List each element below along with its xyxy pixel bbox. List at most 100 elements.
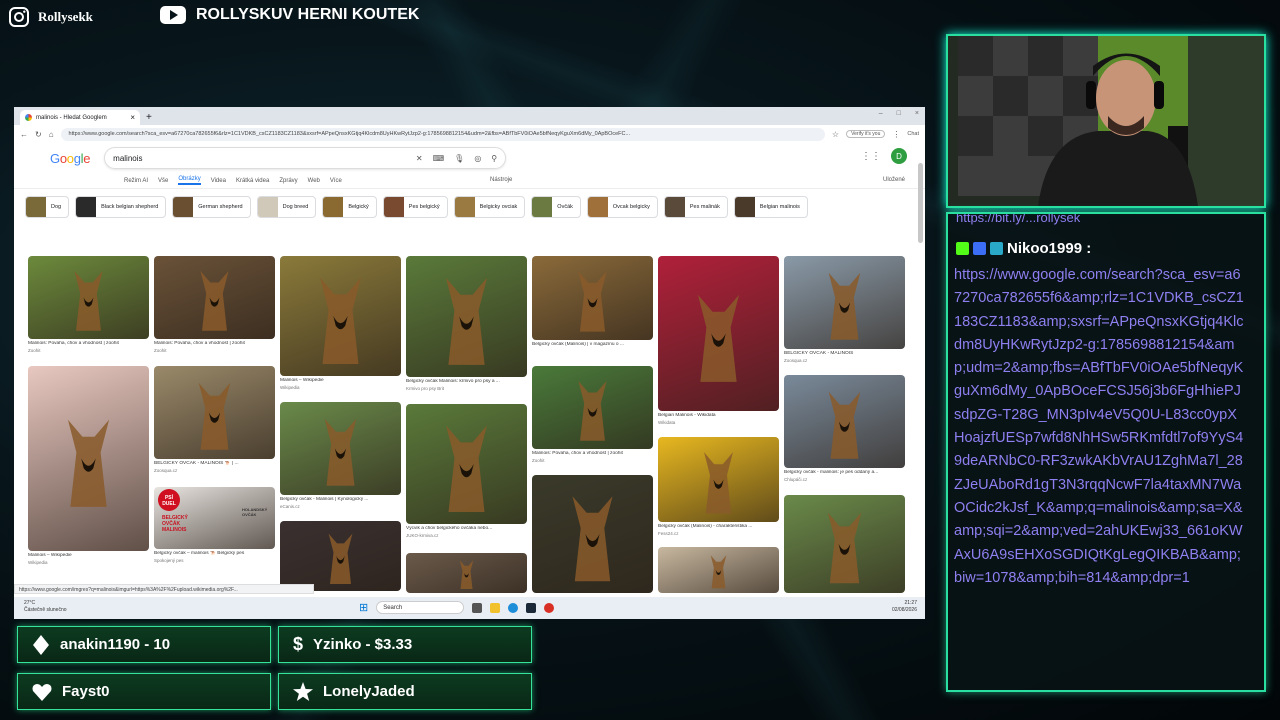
close-window-icon[interactable]: × — [915, 110, 919, 117]
result-caption[interactable]: Belgian Malinois - Wikidata — [658, 413, 779, 418]
google-logo[interactable]: Google — [50, 151, 90, 166]
maximize-icon[interactable]: □ — [897, 110, 901, 117]
image-result[interactable] — [532, 475, 653, 593]
address-bar[interactable]: https://www.google.com/search?sca_esv=a6… — [60, 127, 825, 141]
result-source[interactable]: Wikipedia — [280, 385, 401, 390]
home-icon[interactable]: ⌂ — [49, 130, 54, 139]
back-icon[interactable]: ← — [20, 130, 28, 139]
image-result[interactable] — [154, 256, 275, 339]
chat-button[interactable]: Chat — [907, 131, 919, 137]
result-caption[interactable]: Malinois: Povaha, chov a vhodnost | zooh… — [28, 341, 149, 346]
result-source[interactable]: JUKO-krmiva.cz — [406, 533, 527, 538]
related-chip[interactable]: Pes belgický — [382, 196, 448, 218]
related-chip[interactable]: Dog — [25, 196, 70, 218]
search-box[interactable]: malinois ✕ ⌨ 🎙 ◎ ⚲ — [104, 147, 507, 169]
image-result[interactable] — [406, 256, 527, 377]
related-chip[interactable]: Pes malinák — [663, 196, 728, 218]
saved-button[interactable]: Uložené — [883, 177, 905, 183]
image-result[interactable] — [280, 402, 401, 495]
image-result[interactable] — [658, 256, 779, 411]
system-tray[interactable]: 21:27 02/08/2026 — [892, 600, 917, 614]
new-tab-icon[interactable]: + — [146, 110, 152, 125]
image-result[interactable] — [28, 366, 149, 551]
image-result[interactable] — [280, 256, 401, 376]
related-chip[interactable]: German shepherd — [172, 196, 251, 218]
result-source[interactable]: Zoohit — [532, 458, 653, 463]
result-source[interactable]: Chlupáči.cz — [784, 477, 905, 482]
clear-icon[interactable]: ✕ — [416, 154, 423, 163]
task-view-icon[interactable] — [472, 602, 483, 613]
image-result[interactable] — [784, 256, 905, 349]
filter-tab[interactable]: Zprávy — [279, 178, 297, 184]
result-caption[interactable]: Malinois: Povaha, chov a vhodnost | zooh… — [532, 451, 653, 456]
windows-start-icon[interactable]: ⊞ — [359, 601, 368, 614]
filter-tab[interactable]: Krátká videa — [236, 178, 269, 184]
search-input[interactable]: malinois — [113, 154, 406, 163]
browser-tab[interactable]: malinois - Hledat Googlem × — [20, 110, 140, 125]
edge-icon[interactable] — [508, 602, 519, 613]
related-chip[interactable]: Dog breed — [256, 196, 317, 218]
reload-icon[interactable]: ↻ — [35, 130, 42, 139]
taskbar-search[interactable]: Search — [376, 601, 465, 614]
image-result[interactable] — [532, 256, 653, 340]
result-caption[interactable]: Výcvik a chov belgického ovčáka nebo... — [406, 526, 527, 531]
keyboard-icon[interactable]: ⌨ — [433, 154, 445, 163]
result-source[interactable]: Zoosqua.cz — [154, 468, 275, 473]
result-caption[interactable]: Belgický ovčák Malinois: krmivo pro psy … — [406, 379, 527, 384]
search-icon[interactable]: ⚲ — [491, 154, 497, 163]
result-caption[interactable]: Malinois – Wikipedie — [280, 378, 401, 383]
related-chip[interactable]: Belgicky ovciak — [453, 196, 526, 218]
image-result[interactable] — [784, 495, 905, 593]
result-caption[interactable]: BELGICKÝ OVČÁK - MALINOIS 🐕 | ... — [154, 461, 275, 466]
related-chip[interactable]: Black belgian shepherd — [75, 196, 167, 218]
result-caption[interactable]: Belgický ovčák - Malinois | Kynologický … — [280, 497, 401, 502]
image-result[interactable] — [280, 521, 401, 591]
filter-tab[interactable]: Obrázky — [178, 176, 201, 185]
result-source[interactable]: Zoohit — [154, 348, 275, 353]
image-result[interactable] — [154, 366, 275, 459]
filter-tab[interactable]: Vše — [158, 178, 168, 184]
image-result[interactable] — [28, 256, 149, 339]
weather-widget[interactable]: 27°C Částečně slunečno — [24, 600, 67, 614]
file-explorer-icon[interactable] — [490, 602, 501, 613]
close-tab-icon[interactable]: × — [130, 113, 135, 122]
mic-icon[interactable]: 🎙 — [454, 154, 464, 163]
result-caption[interactable]: Belgický ovčák (Malinois) - charakterist… — [658, 524, 779, 529]
result-caption[interactable]: BELGICKÝ OVČÁK - MALINOIS — [784, 351, 905, 356]
tools-button[interactable]: Nástroje — [490, 177, 512, 183]
result-source[interactable]: Zoosqua.cz — [784, 358, 905, 363]
scrollbar[interactable] — [918, 163, 923, 243]
filter-tab[interactable]: Více — [330, 178, 342, 184]
image-result[interactable] — [658, 547, 779, 593]
minimize-icon[interactable]: – — [879, 110, 883, 117]
result-source[interactable]: Wikipedia — [28, 560, 149, 565]
apps-grid-icon[interactable]: ⋮⋮ — [861, 151, 881, 162]
star-bookmark-icon[interactable]: ☆ — [832, 130, 839, 139]
result-source[interactable]: eCanis.cz — [280, 504, 401, 509]
related-chip[interactable]: Belgický — [322, 196, 377, 218]
avatar[interactable]: D — [891, 148, 907, 164]
image-result[interactable] — [406, 404, 527, 524]
steam-icon[interactable] — [526, 602, 537, 613]
related-chip[interactable]: Belgian malinois — [733, 196, 808, 218]
related-chip[interactable]: Ovčák — [531, 196, 581, 218]
filter-tab[interactable]: Web — [308, 178, 320, 184]
menu-icon[interactable]: ⋮ — [892, 130, 900, 139]
chrome-icon[interactable] — [544, 602, 555, 613]
result-caption[interactable]: Belgický ovčák - malinois: je pes oddaný… — [784, 470, 905, 475]
verify-button[interactable]: Verify it's you — [846, 130, 886, 138]
filter-tab[interactable]: Režim AI — [124, 178, 148, 184]
related-chip[interactable]: Ovcak belgicky — [586, 196, 658, 218]
image-result[interactable] — [406, 553, 527, 593]
result-source[interactable]: Wikidata — [658, 420, 779, 425]
result-source[interactable]: Zoohit — [28, 348, 149, 353]
result-source[interactable]: Krmivo pro psy Brit — [406, 386, 527, 391]
image-result[interactable] — [658, 437, 779, 522]
image-result[interactable] — [784, 375, 905, 468]
result-source[interactable]: Fess24.cz — [658, 531, 779, 536]
result-source[interactable]: Spokojený pes — [154, 558, 275, 563]
filter-tab[interactable]: Videa — [211, 178, 226, 184]
result-caption[interactable]: Belgický ovčák – malinois 🐕 Belgický pes — [154, 551, 275, 556]
lens-icon[interactable]: ◎ — [474, 154, 481, 163]
image-result[interactable] — [532, 366, 653, 449]
